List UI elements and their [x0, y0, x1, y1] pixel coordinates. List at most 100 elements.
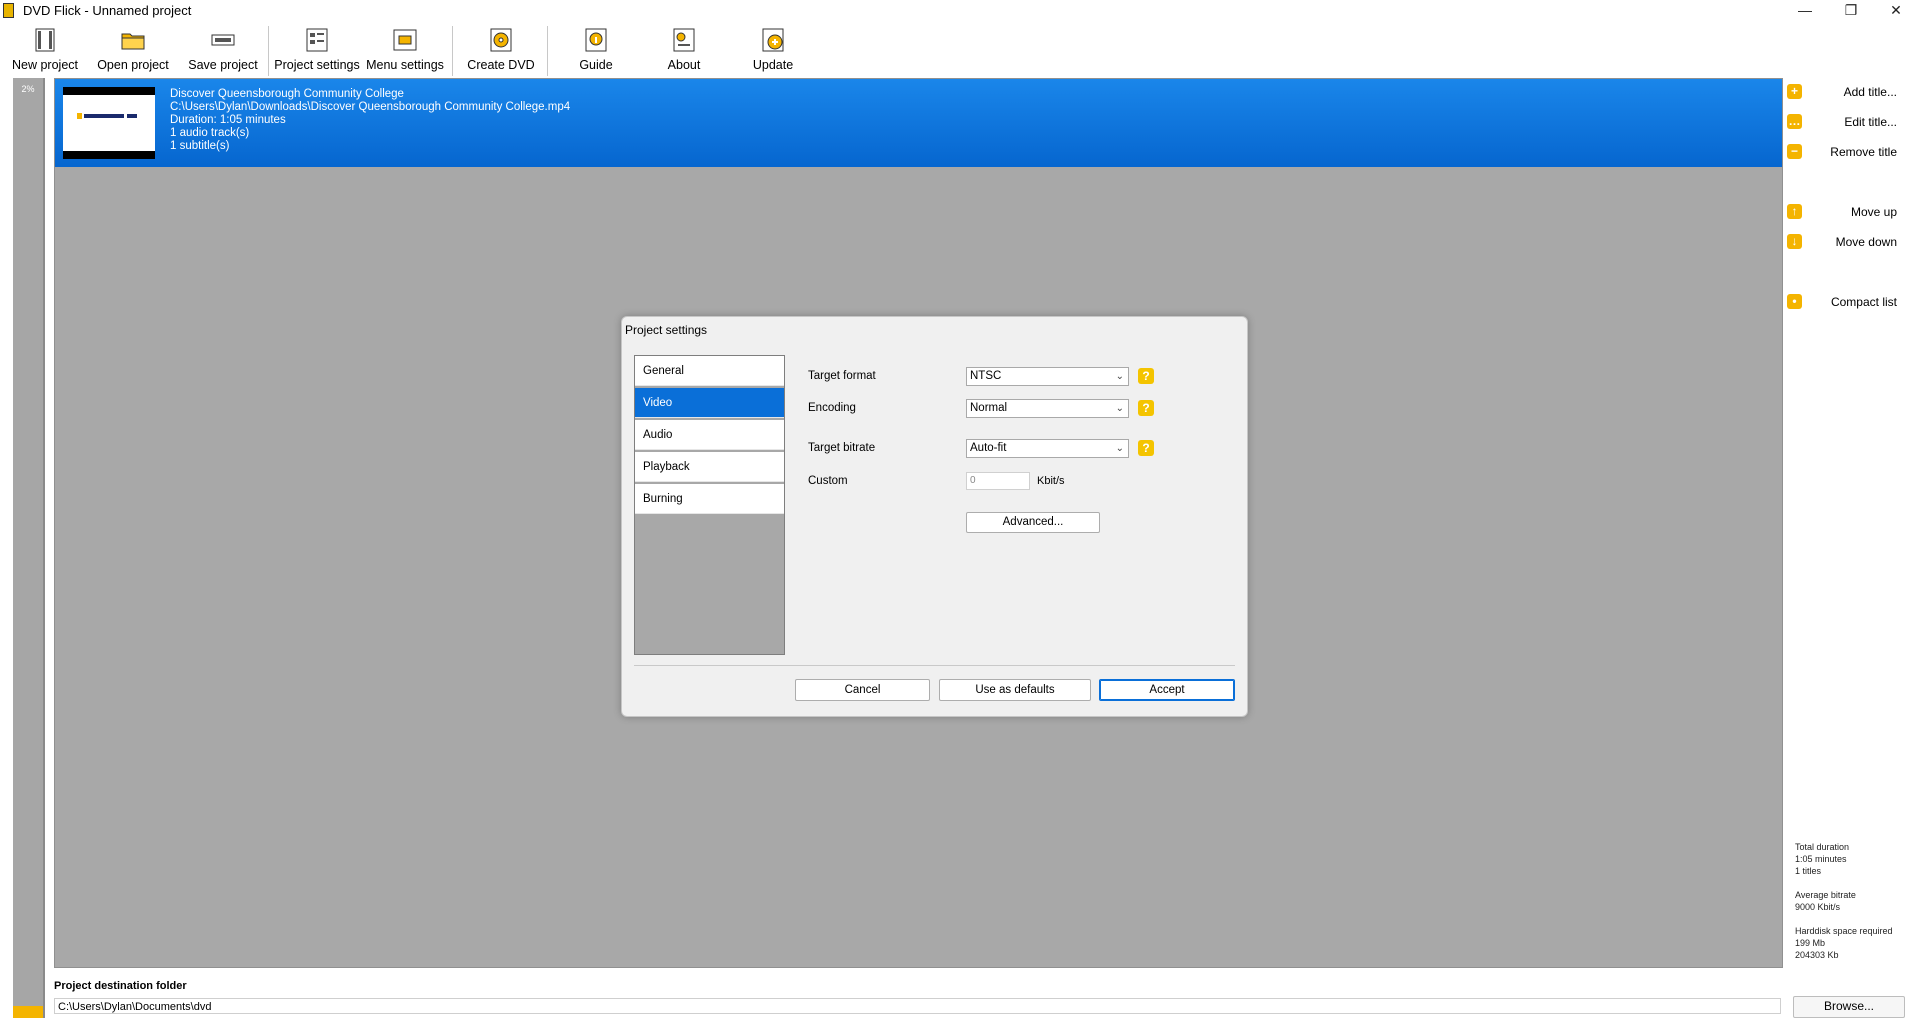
open-project-button[interactable]: Open project — [93, 22, 173, 78]
restore-button[interactable]: ❐ — [1829, 0, 1873, 22]
toolbar-separator — [452, 26, 453, 76]
new-project-label: New project — [12, 58, 78, 72]
about-button[interactable]: About — [648, 22, 720, 78]
save-project-label: Save project — [188, 58, 258, 72]
nav-burning[interactable]: Burning — [635, 484, 784, 514]
project-settings-dialog: Project settings General Video Audio Pla… — [621, 316, 1248, 717]
save-icon — [210, 27, 236, 53]
help-icon[interactable]: ? — [1138, 400, 1154, 416]
create-dvd-icon — [488, 27, 514, 53]
stats-space-label: Harddisk space required — [1795, 926, 1893, 936]
move-down-button[interactable]: ↓ Move down — [1787, 231, 1897, 253]
progress-fill — [13, 1006, 43, 1018]
folder-icon — [120, 27, 146, 53]
custom-bitrate-input[interactable]: 0 — [966, 472, 1030, 490]
title-subtitles: 1 subtitle(s) — [170, 140, 230, 152]
advanced-button[interactable]: Advanced... — [966, 512, 1100, 533]
project-settings-button[interactable]: Project settings — [273, 22, 361, 78]
chevron-down-icon: ⌄ — [1115, 443, 1124, 454]
arrow-down-icon: ↓ — [1787, 234, 1802, 249]
toolbar: New project Open project Save project Pr… — [0, 22, 1921, 78]
target-bitrate-select[interactable]: Auto-fit ⌄ — [966, 439, 1129, 458]
target-bitrate-label: Target bitrate — [808, 442, 876, 454]
target-format-label: Target format — [808, 370, 876, 382]
nav-general[interactable]: General — [635, 356, 784, 386]
title-audio-tracks: 1 audio track(s) — [170, 127, 250, 139]
move-up-button[interactable]: ↑ Move up — [1787, 201, 1897, 223]
close-button[interactable]: ✕ — [1874, 0, 1918, 22]
chevron-down-icon: ⌄ — [1115, 371, 1124, 382]
stats-titles-count: 1 titles — [1795, 866, 1822, 876]
about-label: About — [667, 58, 701, 72]
update-icon — [760, 27, 786, 53]
title-path: C:\Users\Dylan\Downloads\Discover Queens… — [170, 101, 571, 113]
help-icon[interactable]: ? — [1138, 368, 1154, 384]
window-title: DVD Flick - Unnamed project — [23, 3, 192, 18]
title-list-item[interactable]: Discover Queensborough Community College… — [55, 79, 1782, 167]
menu-settings-label: Menu settings — [366, 58, 444, 72]
guide-button[interactable]: Guide — [560, 22, 632, 78]
edit-icon: … — [1787, 114, 1802, 129]
plus-icon: + — [1787, 84, 1802, 99]
encoding-label: Encoding — [808, 402, 856, 414]
custom-bitrate-label: Custom — [808, 475, 848, 487]
nav-playback[interactable]: Playback — [635, 452, 784, 482]
guide-label: Guide — [579, 58, 613, 72]
compact-list-icon: • — [1787, 294, 1802, 309]
stats-bitrate-label: Average bitrate — [1795, 890, 1856, 900]
custom-bitrate-unit: Kbit/s — [1037, 475, 1065, 487]
help-icon[interactable]: ? — [1138, 440, 1154, 456]
target-format-select[interactable]: NTSC ⌄ — [966, 367, 1129, 386]
title-details: Discover Queensborough Community College… — [170, 88, 570, 153]
encoding-select[interactable]: Normal ⌄ — [966, 399, 1129, 418]
title-thumbnail — [63, 87, 155, 159]
save-project-button[interactable]: Save project — [184, 22, 262, 78]
video-logo-icon — [77, 113, 137, 119]
arrow-up-icon: ↑ — [1787, 204, 1802, 219]
stats-space-kb: 204303 Kb — [1795, 950, 1839, 960]
edit-title-button[interactable]: … Edit title... — [1787, 111, 1897, 133]
remove-title-button[interactable]: − Remove title — [1787, 141, 1897, 163]
project-settings-label: Project settings — [274, 58, 360, 72]
stats-duration-label: Total duration — [1795, 842, 1850, 852]
about-icon — [671, 27, 697, 53]
compact-list-button[interactable]: • Compact list — [1787, 291, 1897, 313]
browse-button[interactable]: Browse... — [1793, 996, 1905, 1018]
new-project-button[interactable]: New project — [8, 22, 82, 78]
cancel-button[interactable]: Cancel — [795, 679, 930, 701]
dialog-title: Project settings — [625, 323, 708, 337]
settings-nav: General Video Audio Playback Burning — [634, 355, 785, 655]
minus-icon: − — [1787, 144, 1802, 159]
app-icon — [3, 3, 14, 18]
project-settings-icon — [304, 27, 330, 53]
project-stats: Total duration 1:05 minutes 1 titles Ave… — [1795, 841, 1893, 961]
guide-icon — [583, 27, 609, 53]
title-bar: DVD Flick - Unnamed project — ❐ ✕ — [0, 0, 1921, 22]
destination-folder-field[interactable]: C:\Users\Dylan\Documents\dvd — [54, 998, 1781, 1014]
title-name: Discover Queensborough Community College — [170, 88, 404, 100]
stats-duration-value: 1:05 minutes — [1795, 854, 1847, 864]
new-project-icon — [32, 27, 58, 53]
add-title-button[interactable]: + Add title... — [1787, 81, 1897, 103]
minimize-button[interactable]: — — [1783, 0, 1827, 22]
chevron-down-icon: ⌄ — [1115, 403, 1124, 414]
menu-settings-button[interactable]: Menu settings — [363, 22, 447, 78]
progress-strip: 2% — [13, 78, 45, 1018]
title-duration: Duration: 1:05 minutes — [170, 114, 286, 126]
stats-space-mb: 199 Mb — [1795, 938, 1826, 948]
accept-button[interactable]: Accept — [1099, 679, 1235, 701]
dialog-divider — [634, 665, 1235, 666]
menu-settings-icon — [392, 27, 418, 53]
progress-percent: 2% — [21, 84, 35, 94]
update-button[interactable]: Update — [737, 22, 809, 78]
destination-label: Project destination folder — [54, 980, 187, 992]
update-label: Update — [752, 58, 794, 72]
nav-video[interactable]: Video — [635, 388, 784, 418]
stats-bitrate-value: 9000 Kbit/s — [1795, 902, 1841, 912]
nav-audio[interactable]: Audio — [635, 420, 784, 450]
use-as-defaults-button[interactable]: Use as defaults — [939, 679, 1091, 701]
toolbar-separator — [547, 26, 548, 76]
create-dvd-label: Create DVD — [467, 58, 535, 72]
toolbar-separator — [268, 26, 269, 76]
create-dvd-button[interactable]: Create DVD — [462, 22, 540, 78]
